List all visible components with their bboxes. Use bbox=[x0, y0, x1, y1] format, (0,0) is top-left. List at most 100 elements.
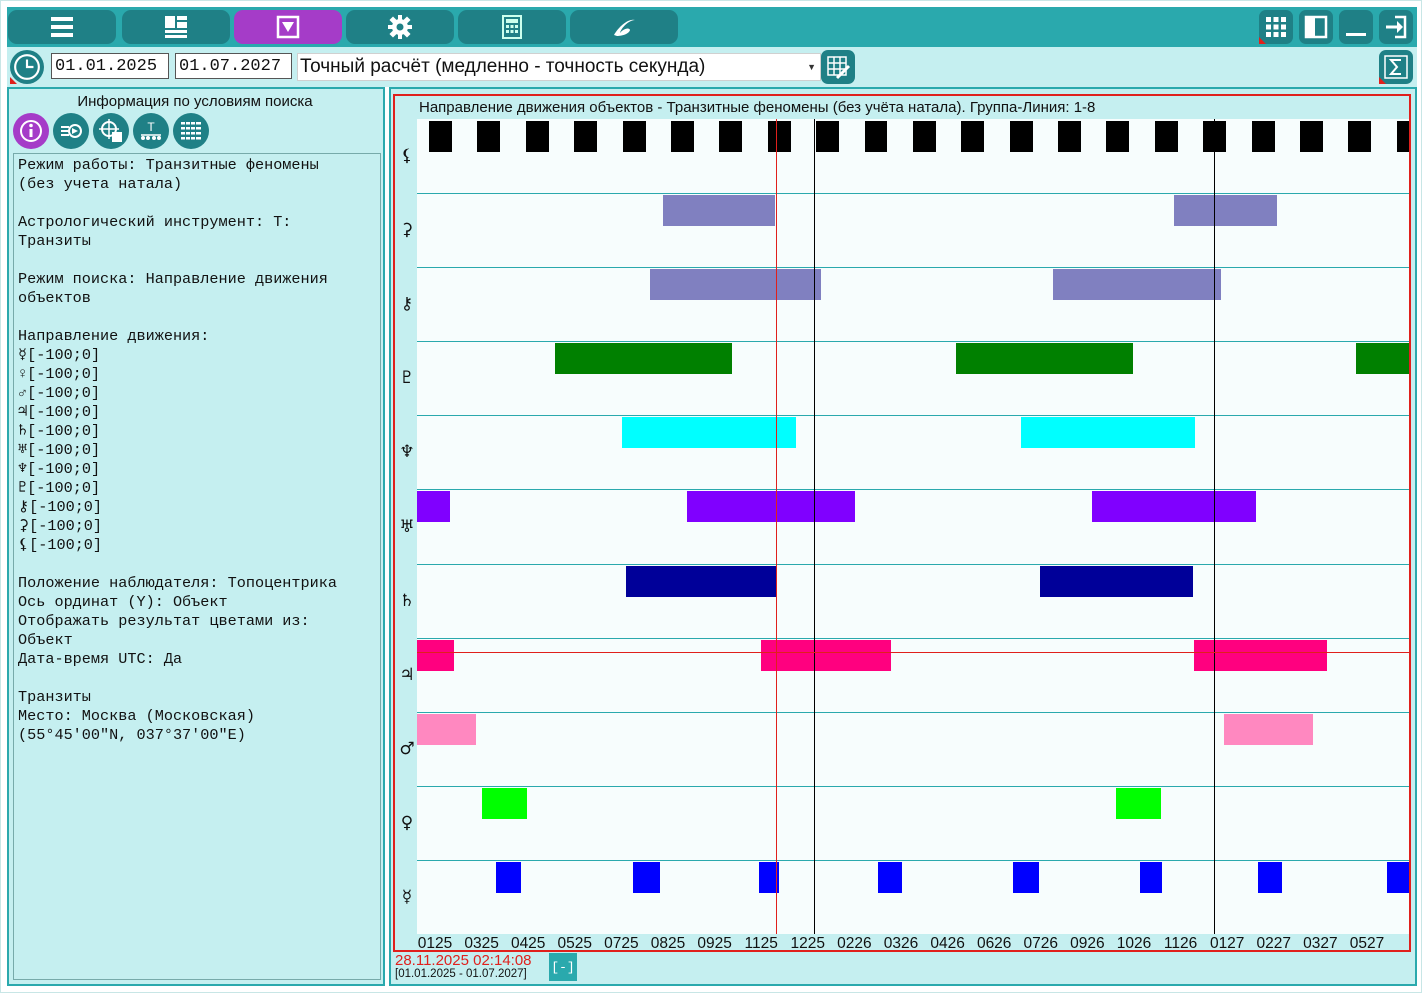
chart-title: Направление движения объектов - Транзитн… bbox=[419, 99, 1096, 116]
panel-toggle-icon bbox=[1304, 15, 1328, 39]
x-tick-label: 0327 bbox=[1303, 935, 1338, 952]
y-axis-label: ♇ bbox=[399, 368, 415, 388]
list-grid-button[interactable] bbox=[173, 113, 209, 149]
range-bar bbox=[1140, 861, 1162, 893]
y-axis-label: ♃ bbox=[399, 665, 415, 685]
range-bar bbox=[1039, 565, 1193, 597]
row-separator bbox=[417, 564, 1409, 565]
filter-icon bbox=[276, 15, 300, 39]
range-bar bbox=[1258, 861, 1282, 893]
chart-panel: Направление движения объектов - Транзитн… bbox=[389, 87, 1417, 986]
range-bar bbox=[417, 713, 476, 745]
target-grid-button[interactable] bbox=[93, 113, 129, 149]
collapse-button[interactable]: [-] bbox=[549, 953, 577, 981]
range-bar bbox=[482, 787, 528, 819]
info-line: Отображать результат цветами из: bbox=[18, 612, 310, 630]
info-line: ♂[-100;0] bbox=[18, 384, 101, 402]
table-edit-button[interactable] bbox=[821, 50, 855, 84]
range-bar bbox=[1396, 121, 1409, 152]
minimize-button[interactable] bbox=[1339, 10, 1373, 44]
info-line bbox=[18, 308, 376, 327]
row-separator bbox=[417, 341, 1409, 342]
x-tick-label: 0925 bbox=[697, 935, 732, 952]
grid-icon bbox=[1266, 17, 1286, 37]
x-tick-label: 0425 bbox=[510, 935, 546, 952]
range-bar bbox=[554, 343, 733, 375]
info-line: Дата-время UTC: Да bbox=[18, 650, 183, 668]
cursor-vertical-line bbox=[776, 119, 778, 934]
date-to-input[interactable]: 01.07.2027 bbox=[175, 53, 292, 79]
range-bar bbox=[686, 491, 856, 523]
calculator-button[interactable] bbox=[458, 10, 566, 44]
svg-text:T: T bbox=[147, 120, 155, 134]
row-separator bbox=[417, 415, 1409, 416]
clock-icon bbox=[14, 54, 40, 80]
layout-button[interactable] bbox=[122, 10, 230, 44]
x-tick-label: 0725 bbox=[604, 935, 639, 952]
calc-mode-value: Точный расчёт (медленно - точность секун… bbox=[300, 56, 706, 77]
info-line: ⚳[-100;0] bbox=[18, 517, 103, 535]
range-bar bbox=[912, 121, 936, 152]
range-bar bbox=[955, 343, 1134, 375]
info-line: Транзиты bbox=[18, 232, 91, 250]
range-bar bbox=[864, 121, 888, 152]
range-bar bbox=[1300, 121, 1323, 152]
date-controls-bar: 01.01.2025 01.07.2027 Точный расчёт (мед… bbox=[7, 47, 1417, 87]
x-tick-label: 0726 bbox=[1023, 935, 1059, 952]
x-tick-label: 1126 bbox=[1163, 935, 1198, 952]
exit-button[interactable] bbox=[1379, 10, 1413, 44]
calc-mode-select[interactable]: Точный расчёт (медленно - точность секун… bbox=[297, 53, 821, 81]
date-from-input[interactable]: 01.01.2025 bbox=[51, 53, 169, 79]
timeline-plot[interactable] bbox=[417, 119, 1409, 934]
logo-button[interactable] bbox=[570, 10, 678, 44]
row-separator bbox=[417, 786, 1409, 787]
y-axis-label: ♅ bbox=[399, 517, 415, 537]
corner-marker bbox=[1379, 77, 1386, 84]
range-bar bbox=[622, 121, 646, 152]
panel-title: Информация по условиям поиска bbox=[77, 93, 313, 110]
search-info-panel: Информация по условиям поиска T Режим ра… bbox=[7, 87, 385, 986]
menu-list-button[interactable] bbox=[8, 10, 116, 44]
cursor-datetime: 28.11.2025 02:14:08 bbox=[395, 952, 532, 969]
swirl-logo-icon bbox=[614, 19, 635, 36]
y-axis-label: ♂ bbox=[399, 739, 415, 759]
transit-button[interactable]: T bbox=[133, 113, 169, 149]
range-bar bbox=[1224, 713, 1313, 745]
info-line: Транзиты bbox=[18, 688, 91, 706]
info-line: ♀[-100;0] bbox=[18, 365, 101, 383]
layout-icon bbox=[165, 16, 187, 38]
y-axis-label: ♆ bbox=[399, 442, 415, 462]
range-bar bbox=[417, 491, 450, 523]
range-bar bbox=[961, 121, 985, 152]
table-edit-icon bbox=[827, 56, 851, 80]
range-bar bbox=[670, 121, 694, 152]
range-bar bbox=[525, 121, 549, 152]
x-tick-label: 0825 bbox=[650, 935, 686, 952]
x-tick-label: 0926 bbox=[1070, 935, 1105, 952]
range-bar bbox=[663, 195, 776, 227]
x-tick-label: 1225 bbox=[790, 935, 826, 952]
target-grid-icon bbox=[99, 119, 122, 142]
export-icon bbox=[61, 124, 82, 138]
export-button[interactable] bbox=[53, 113, 89, 149]
info-line: Положение наблюдателя: Топоцентрика bbox=[18, 574, 337, 592]
panel-toggle-button[interactable] bbox=[1299, 10, 1333, 44]
info-line: ♅[-100;0] bbox=[18, 441, 101, 459]
info-button[interactable] bbox=[13, 113, 49, 149]
calculator-icon bbox=[502, 15, 522, 39]
app-window: 01.01.2025 01.07.2027 Точный расчёт (мед… bbox=[0, 0, 1422, 993]
row-separator bbox=[417, 860, 1409, 861]
gear-icon bbox=[388, 15, 412, 39]
range-bar bbox=[429, 121, 452, 152]
date-range-label: [01.01.2025 - 01.07.2027] bbox=[395, 968, 527, 980]
settings-button[interactable] bbox=[346, 10, 454, 44]
y-axis-label: ♀ bbox=[400, 813, 414, 833]
range-bar bbox=[650, 269, 821, 301]
info-line bbox=[18, 669, 376, 688]
y-axis-label: ☿ bbox=[401, 887, 413, 907]
range-bar bbox=[1091, 491, 1257, 523]
info-line: ⚷[-100;0] bbox=[18, 498, 103, 516]
info-line: ♇[-100;0] bbox=[18, 479, 101, 497]
filter-button[interactable] bbox=[234, 10, 342, 44]
info-line: объектов bbox=[18, 289, 91, 307]
